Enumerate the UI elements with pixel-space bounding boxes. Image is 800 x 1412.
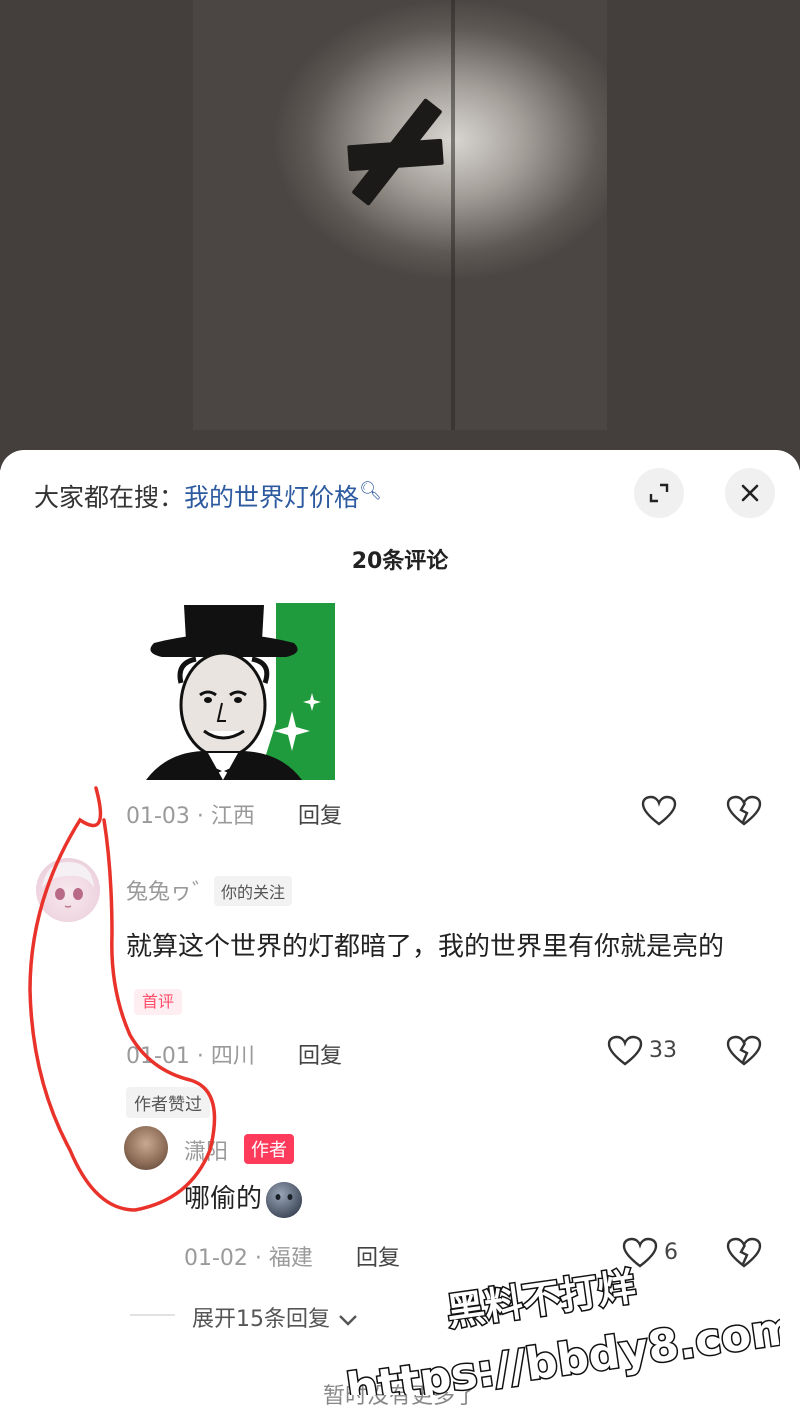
search-icon: 🔍︎ bbox=[359, 480, 382, 502]
search-suggestion-keyword[interactable]: 我的世界灯价格 bbox=[184, 483, 359, 512]
reply-body: 哪偷的 bbox=[184, 1184, 263, 1214]
wall-seam bbox=[451, 0, 455, 430]
reply-text: 哪偷的 bbox=[184, 1172, 304, 1226]
video-preview[interactable] bbox=[0, 0, 800, 470]
heart-icon[interactable] bbox=[622, 1237, 658, 1269]
chevron-down-icon bbox=[339, 1315, 357, 1326]
expand-icon bbox=[649, 483, 669, 503]
author-badge: 作者 bbox=[244, 1134, 294, 1164]
expand-replies-button[interactable]: 展开15条回复 bbox=[192, 1301, 359, 1333]
broken-heart-icon[interactable] bbox=[726, 1035, 762, 1067]
expand-replies-label: 展开15条回复 bbox=[192, 1307, 330, 1332]
end-of-list-text: 暂时没有更多了 bbox=[322, 1384, 477, 1409]
comment-count-title: 20条评论 bbox=[351, 549, 449, 574]
comment-text: 就算这个世界的灯都暗了，我的世界里有你就是亮的首评 bbox=[126, 920, 766, 1028]
like-count: 33 bbox=[649, 1038, 677, 1063]
comment-meta: 01-01 · 四川 bbox=[126, 1044, 255, 1069]
search-suggestion-prefix: 大家都在搜： bbox=[34, 483, 185, 512]
expand-divider bbox=[130, 1314, 175, 1316]
comment-image-meme[interactable] bbox=[126, 603, 335, 780]
avatar[interactable] bbox=[36, 858, 100, 922]
expand-button[interactable] bbox=[634, 468, 684, 518]
reply-button[interactable]: 回复 bbox=[298, 798, 342, 830]
broken-heart-icon[interactable] bbox=[726, 795, 762, 827]
comment-meta: 01-03 · 江西 bbox=[126, 804, 255, 829]
like-count: 6 bbox=[664, 1240, 678, 1265]
comment-body: 就算这个世界的灯都暗了，我的世界里有你就是亮的 bbox=[126, 932, 725, 962]
avatar[interactable] bbox=[124, 1126, 168, 1170]
reply-button[interactable]: 回复 bbox=[298, 1038, 342, 1070]
heart-icon[interactable] bbox=[607, 1035, 643, 1067]
close-button[interactable] bbox=[725, 468, 775, 518]
following-badge: 你的关注 bbox=[214, 876, 293, 906]
reply-meta: 01-02 · 福建 bbox=[184, 1246, 313, 1271]
heart-icon[interactable] bbox=[641, 795, 677, 827]
search-suggestion[interactable]: 大家都在搜：我的世界灯价格🔍︎ bbox=[34, 478, 382, 514]
author-liked-badge: 作者赞过 bbox=[126, 1087, 210, 1118]
broken-heart-icon[interactable] bbox=[726, 1237, 762, 1269]
reply-username[interactable]: 潇阳 bbox=[184, 1134, 228, 1166]
reply-button[interactable]: 回复 bbox=[356, 1240, 400, 1272]
close-icon bbox=[741, 484, 759, 502]
sad-face-emoji-icon bbox=[266, 1181, 303, 1218]
comment-username[interactable]: 兔兔ヮ゛ bbox=[126, 874, 214, 906]
first-comment-badge: 首评 bbox=[134, 988, 183, 1015]
wall-lamp-photo bbox=[193, 0, 607, 430]
